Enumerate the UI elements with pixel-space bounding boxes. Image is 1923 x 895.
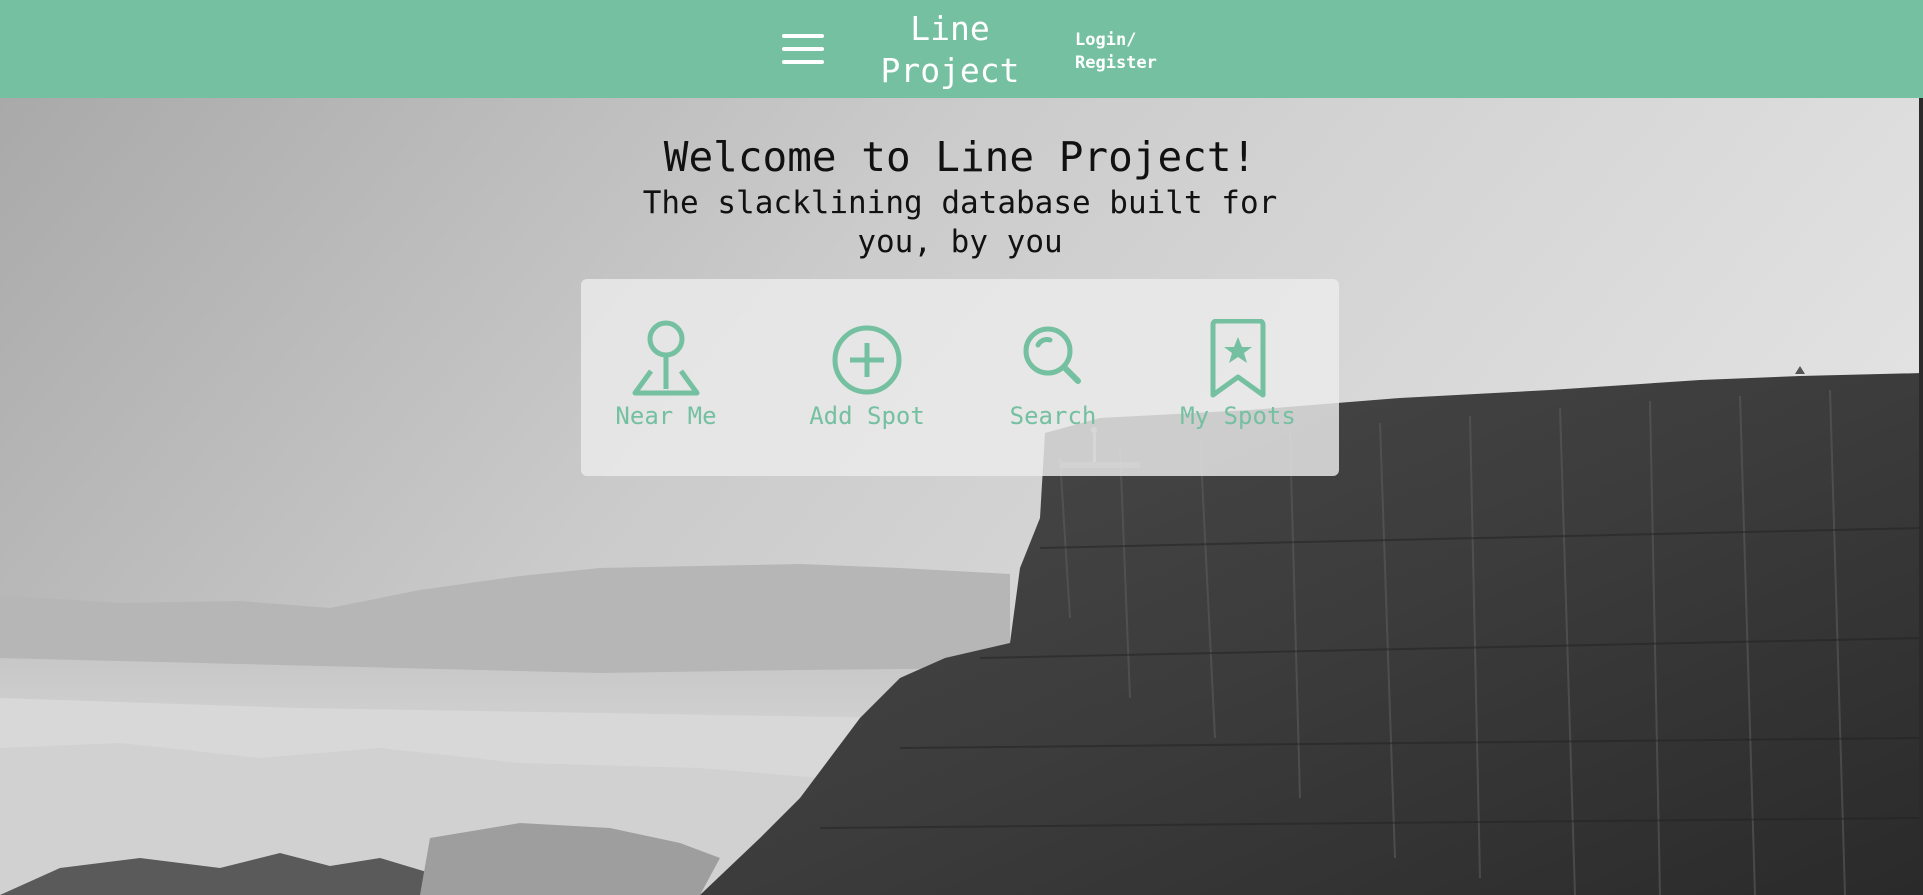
welcome-section: Welcome to Line Project! The slacklining…	[560, 130, 1360, 262]
bookmark-star-icon	[1210, 319, 1266, 398]
register-label: Register	[1075, 53, 1157, 73]
brand-line-1: Line	[910, 9, 990, 48]
site-logo-link[interactable]: Line Project	[868, 8, 1032, 92]
near-me-button[interactable]: Near Me	[581, 319, 751, 439]
landing-page: Line Project Login/ Register Welcome to …	[0, 0, 1923, 895]
top-nav-bar: Line Project Login/ Register	[0, 0, 1923, 98]
search-button[interactable]: Search	[968, 319, 1138, 439]
my-spots-label: My Spots	[1180, 402, 1296, 430]
login-register-link[interactable]: Login/ Register	[1075, 29, 1157, 75]
my-spots-button[interactable]: My Spots	[1153, 319, 1323, 439]
near-me-label: Near Me	[615, 402, 717, 430]
login-label: Login/	[1075, 30, 1137, 50]
brand-line-2: Project	[880, 51, 1020, 90]
add-spot-button[interactable]: Add Spot	[782, 319, 952, 439]
magnifier-icon	[1023, 326, 1081, 384]
hamburger-menu-icon[interactable]	[782, 32, 824, 66]
quick-actions-panel: Near Me Add Spot Search My Spots	[581, 279, 1339, 476]
map-pin-icon	[632, 320, 700, 396]
welcome-heading: Welcome to Line Project!	[663, 133, 1257, 181]
plus-circle-icon	[832, 325, 902, 395]
add-spot-label: Add Spot	[809, 402, 925, 430]
welcome-subtitle: The slacklining database built for you, …	[642, 185, 1278, 260]
search-label: Search	[1009, 402, 1097, 430]
